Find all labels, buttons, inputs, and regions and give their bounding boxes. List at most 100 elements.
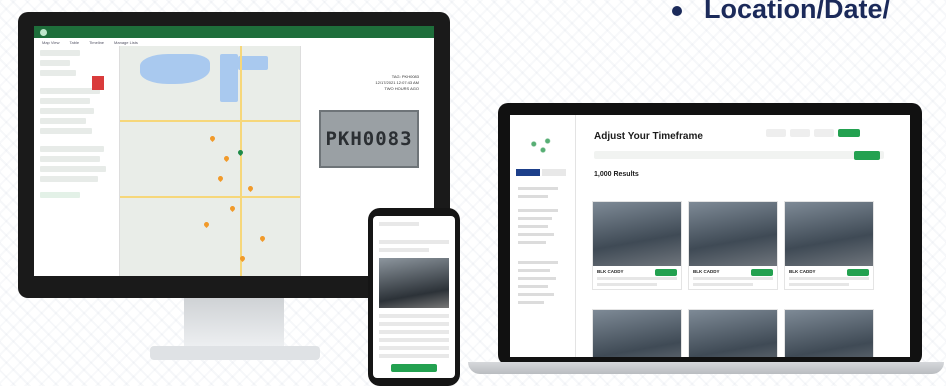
headline-text: Location/Date/: [704, 0, 891, 24]
apply-button[interactable]: [838, 129, 860, 137]
sidebar-row: [40, 176, 98, 182]
map-pin-icon[interactable]: [236, 148, 245, 157]
phone-row: [379, 330, 449, 334]
logo-icon: [40, 28, 47, 36]
vehicle-card[interactable]: BLK CADDY: [592, 201, 682, 290]
sidebar-line: [518, 233, 554, 236]
logo-icon: [520, 129, 566, 159]
headline: Location/Date/: [672, 0, 890, 25]
monitor-stand: [184, 298, 284, 348]
card-meta: [597, 277, 677, 280]
sidebar-row: [40, 50, 80, 56]
sidebar-line: [518, 285, 548, 288]
phone-action-button[interactable]: [391, 364, 437, 372]
card-meta: [693, 283, 753, 286]
car-photo-icon: [785, 310, 873, 357]
map-road: [240, 46, 242, 276]
vehicle-card[interactable]: BLK CADDY: [688, 201, 778, 290]
tab-map-view[interactable]: Map View: [42, 40, 60, 45]
card-meta: [597, 283, 657, 286]
segment-active[interactable]: [516, 169, 540, 176]
tab-manage-lists[interactable]: Manage Lists: [114, 40, 138, 45]
toolbar-button[interactable]: [814, 129, 834, 137]
map-pin-icon[interactable]: [208, 134, 217, 143]
sidebar-line: [518, 261, 558, 264]
meta-relative: TWO HOURS AGO: [384, 86, 419, 91]
phone-row: [379, 322, 449, 326]
sidebar-row: [40, 60, 70, 66]
sidebar-line: [518, 277, 556, 280]
laptop-base: [468, 362, 944, 374]
laptop-sidebar: [510, 115, 576, 357]
phone-screen: [373, 216, 455, 378]
sidebar-line: [518, 301, 544, 304]
map-water: [140, 54, 210, 84]
car-photo-icon: [379, 258, 449, 308]
sidebar-line: [518, 225, 548, 228]
phone-row: [379, 240, 449, 244]
plate-text: PKH0083: [325, 128, 413, 150]
vehicle-card[interactable]: [784, 309, 874, 357]
sidebar-row: [40, 166, 106, 172]
map-water: [238, 56, 268, 70]
tab-timeline[interactable]: Timeline: [89, 40, 104, 45]
car-photo-icon: [689, 202, 777, 266]
vehicle-card[interactable]: BLK CADDY: [784, 201, 874, 290]
card-meta: [693, 277, 773, 280]
map-pin-icon[interactable]: [202, 220, 211, 229]
filter-bar[interactable]: [594, 151, 884, 159]
vehicle-card[interactable]: [592, 309, 682, 357]
sidebar-row: [40, 118, 86, 124]
map-road: [120, 196, 300, 198]
map-view[interactable]: [120, 46, 300, 276]
sidebar-row: [40, 88, 100, 94]
sidebar-row: [40, 98, 90, 104]
map-pin-icon[interactable]: [216, 174, 225, 183]
phone-row: [379, 346, 449, 350]
app-topbar: [34, 26, 434, 38]
sidebar-line: [518, 217, 552, 220]
alert-button[interactable]: [92, 76, 104, 90]
phone-header: [379, 222, 419, 226]
laptop: Adjust Your Timeframe 1,000 Results BLK …: [498, 103, 922, 365]
view-button[interactable]: [847, 269, 869, 276]
phone: [368, 208, 460, 386]
sidebar-button[interactable]: [40, 192, 80, 198]
car-photo-icon: [689, 310, 777, 357]
segment-inactive[interactable]: [542, 169, 566, 176]
sidebar-row: [40, 146, 104, 152]
map-water: [220, 54, 238, 102]
sidebar-line: [518, 241, 546, 244]
sidebar-line: [518, 269, 550, 272]
vehicle-card[interactable]: [688, 309, 778, 357]
sidebar-row: [40, 70, 76, 76]
sidebar-line: [518, 187, 558, 190]
results-count: 1,000 Results: [594, 171, 639, 178]
filter-sidebar: [34, 46, 120, 276]
view-button[interactable]: [751, 269, 773, 276]
toolbar-button[interactable]: [766, 129, 786, 137]
tab-table[interactable]: Table: [70, 40, 80, 45]
view-button[interactable]: [655, 269, 677, 276]
search-button[interactable]: [854, 151, 880, 160]
capture-meta: TAG: PKH0083 12/17/2021 12:07:43 AM TWO …: [349, 74, 419, 92]
sidebar-row: [40, 128, 92, 134]
toolbar-button[interactable]: [790, 129, 810, 137]
monitor-base: [150, 346, 320, 360]
car-photo-icon: [785, 202, 873, 266]
map-road: [120, 120, 300, 122]
phone-row: [379, 314, 449, 318]
sidebar-row: [40, 108, 94, 114]
bullet-icon: [672, 5, 682, 16]
map-pin-icon[interactable]: [222, 154, 231, 163]
laptop-screen: Adjust Your Timeframe 1,000 Results BLK …: [510, 115, 910, 357]
map-pin-icon[interactable]: [258, 234, 267, 243]
plate-photo-icon[interactable]: PKH0083: [319, 110, 419, 168]
car-photo-icon: [593, 202, 681, 266]
tab-bar: Map View Table Timeline Manage Lists: [34, 38, 434, 46]
sidebar-line: [518, 209, 558, 212]
page-title: Adjust Your Timeframe: [594, 131, 703, 142]
map-pin-icon[interactable]: [246, 184, 255, 193]
card-meta: [789, 283, 849, 286]
map-pin-icon[interactable]: [228, 204, 237, 213]
